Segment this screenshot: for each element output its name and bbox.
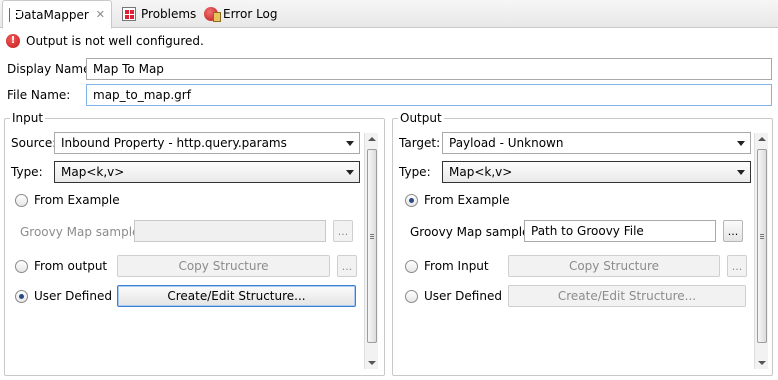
- input-user-defined-radio[interactable]: [15, 289, 28, 303]
- input-from-output-label: From output: [34, 259, 108, 273]
- output-from-example-option[interactable]: From Example: [405, 193, 510, 207]
- output-groovy-label: Groovy Map sample:: [410, 225, 534, 239]
- tab-datamapper-label: DataMapper: [14, 7, 89, 22]
- output-user-defined-option[interactable]: User Defined: [405, 289, 502, 303]
- editor-tab-bar: DataMapper ✕ Problems Error Log: [0, 0, 778, 29]
- target-select-value: Payload - Unknown: [449, 136, 564, 150]
- grip-icon: [370, 234, 374, 235]
- input-user-defined-option[interactable]: User Defined: [15, 289, 112, 303]
- input-from-example-option[interactable]: From Example: [15, 193, 120, 207]
- input-from-example-radio[interactable]: [15, 193, 28, 207]
- target-label: Target:: [399, 136, 441, 150]
- output-groovy-field[interactable]: Path to Groovy File: [524, 220, 716, 242]
- chevron-down-icon: [346, 141, 354, 146]
- error-icon: !: [6, 34, 20, 48]
- input-type-select[interactable]: Map<k,v>: [54, 161, 360, 183]
- input-from-output-radio[interactable]: [15, 259, 28, 273]
- output-copy-browse-button[interactable]: ...: [727, 255, 747, 277]
- output-type-value: Map<k,v>: [449, 165, 513, 179]
- input-copy-structure-button[interactable]: Copy Structure: [117, 255, 330, 277]
- input-type-label: Type:: [11, 165, 43, 179]
- output-copy-structure-button[interactable]: Copy Structure: [508, 255, 720, 277]
- input-create-edit-structure-button[interactable]: Create/Edit Structure...: [117, 285, 356, 307]
- source-select-value: Inbound Property - http.query.params: [61, 136, 287, 150]
- tab-datamapper[interactable]: DataMapper ✕: [2, 0, 112, 29]
- close-icon[interactable]: ✕: [96, 8, 105, 21]
- tab-problems-label: Problems: [141, 7, 197, 21]
- output-from-example-label: From Example: [424, 193, 510, 207]
- input-from-example-label: From Example: [34, 193, 120, 207]
- problems-icon: [122, 7, 136, 21]
- scroll-up-icon[interactable]: [368, 137, 376, 141]
- input-type-value: Map<k,v>: [61, 165, 125, 179]
- output-group: [392, 118, 773, 376]
- display-name-label: Display Name:: [7, 62, 95, 76]
- input-browse-button[interactable]: ...: [333, 220, 353, 242]
- target-select[interactable]: Payload - Unknown: [442, 132, 751, 154]
- input-copy-browse-button[interactable]: ...: [337, 255, 357, 277]
- scroll-down-icon[interactable]: [368, 361, 376, 365]
- input-groovy-field[interactable]: [134, 220, 326, 242]
- input-from-output-option[interactable]: From output: [15, 259, 107, 273]
- output-user-defined-label: User Defined: [424, 289, 502, 303]
- chevron-down-icon: [737, 170, 745, 175]
- tab-error-log-label: Error Log: [223, 7, 278, 21]
- output-from-input-radio[interactable]: [405, 259, 418, 273]
- error-log-icon: [204, 7, 221, 22]
- input-group-title: Input: [10, 111, 46, 125]
- output-scrollbar[interactable]: [754, 133, 768, 369]
- scroll-down-icon[interactable]: [758, 361, 766, 365]
- source-label: Source:: [11, 136, 57, 150]
- scroll-up-icon[interactable]: [758, 137, 766, 141]
- output-create-edit-structure-button[interactable]: Create/Edit Structure...: [508, 285, 746, 307]
- output-from-input-label: From Input: [424, 259, 489, 273]
- display-name-field[interactable]: Map To Map: [86, 58, 772, 80]
- error-banner: ! Output is not well configured.: [6, 32, 204, 50]
- tab-error-log[interactable]: Error Log: [198, 0, 284, 28]
- input-scrollbar[interactable]: [364, 133, 378, 369]
- output-browse-button[interactable]: ...: [723, 220, 743, 242]
- input-groovy-label: Groovy Map sample:: [20, 225, 144, 239]
- output-group-title: Output: [398, 111, 444, 125]
- tab-problems[interactable]: Problems: [116, 0, 202, 28]
- output-scroll-thumb[interactable]: [757, 149, 767, 343]
- source-select[interactable]: Inbound Property - http.query.params: [54, 132, 360, 154]
- chevron-down-icon: [346, 170, 354, 175]
- chevron-down-icon: [737, 141, 745, 146]
- input-scroll-thumb[interactable]: [367, 149, 377, 343]
- file-name-field[interactable]: map_to_map.grf: [86, 84, 772, 106]
- output-from-example-radio[interactable]: [405, 193, 418, 207]
- input-group: [4, 118, 385, 376]
- datamapper-icon: [9, 7, 21, 22]
- grip-icon: [760, 234, 764, 235]
- input-user-defined-label: User Defined: [34, 289, 112, 303]
- output-type-select[interactable]: Map<k,v>: [442, 161, 751, 183]
- output-from-input-option[interactable]: From Input: [405, 259, 489, 273]
- output-type-label: Type:: [399, 165, 431, 179]
- error-message: Output is not well configured.: [26, 34, 204, 48]
- output-user-defined-radio[interactable]: [405, 289, 418, 303]
- file-name-label: File Name:: [7, 88, 71, 102]
